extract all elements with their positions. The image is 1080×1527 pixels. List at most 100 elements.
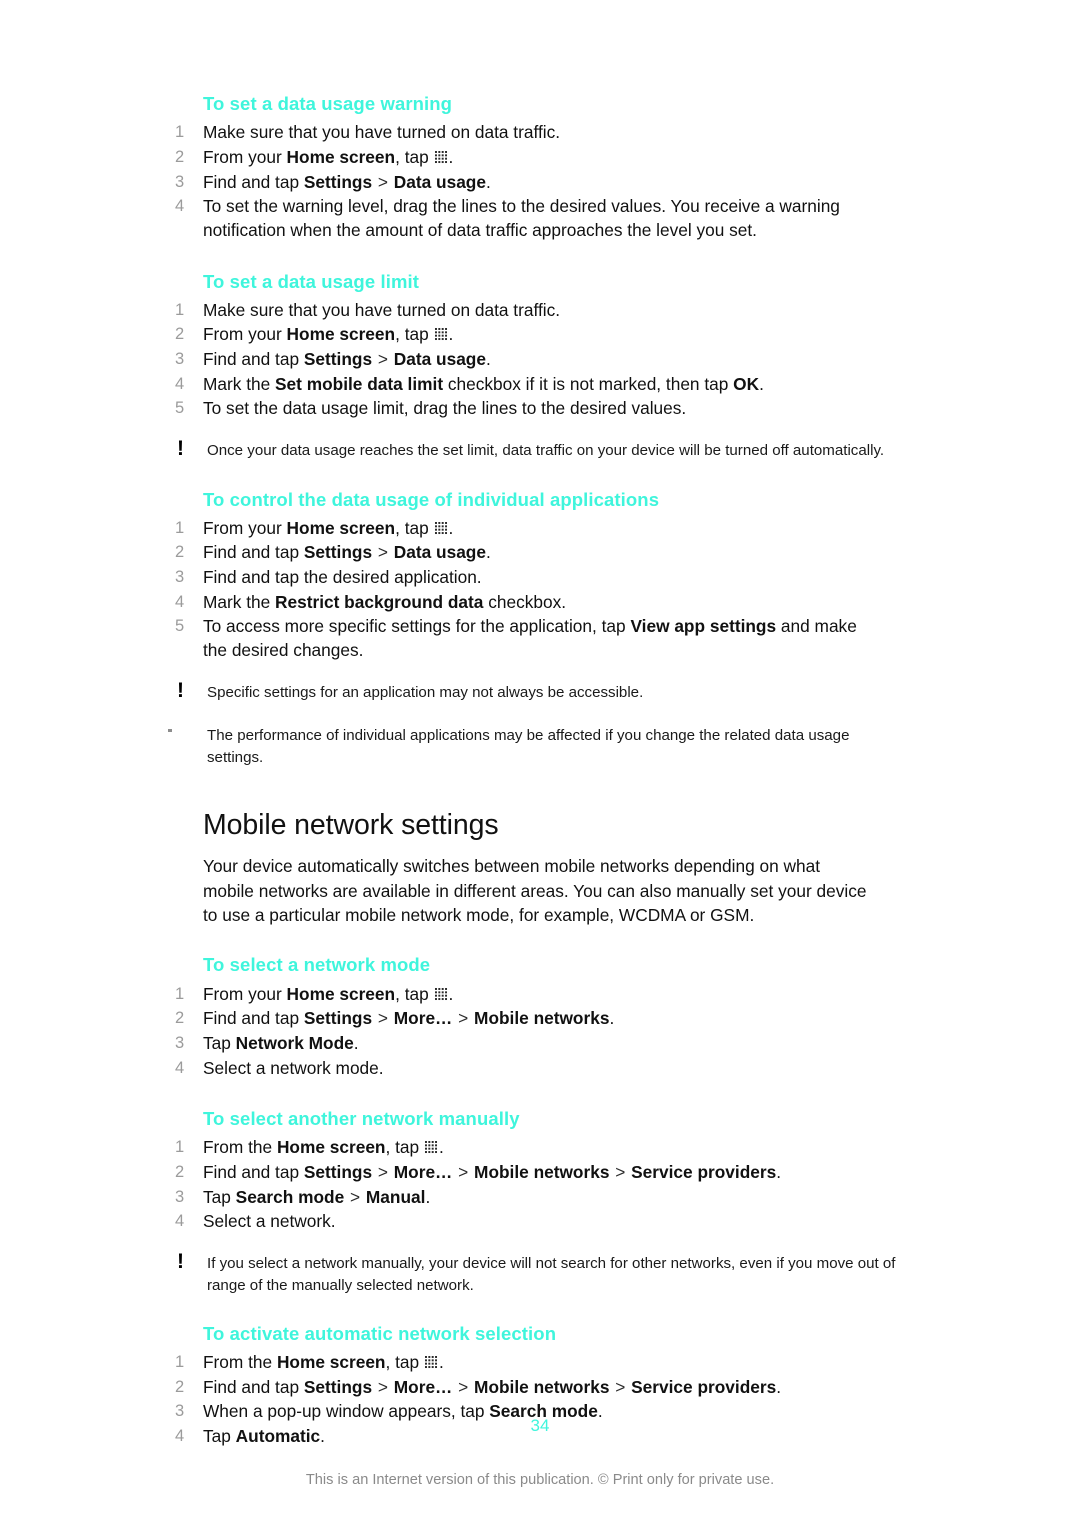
path-separator: >	[453, 1376, 474, 1397]
ui-label: More…	[393, 1162, 453, 1183]
app-drawer-grid-icon	[434, 987, 448, 1001]
step-content: Find and tap Settings > Data usage.	[203, 171, 875, 195]
step-number: 3	[175, 172, 185, 191]
note: The performance of individual applicatio…	[168, 725, 897, 768]
list-item: 1 From your Home screen, tap .	[175, 517, 875, 541]
procedure-steps: 1 From your Home screen, tap . 2 Find and t…	[175, 983, 875, 1081]
step-content: Find and tap Settings > More… > Mobile n…	[203, 1376, 875, 1400]
ui-label: Settings	[303, 1376, 373, 1397]
step-content: To set the warning level, drag the lines…	[203, 195, 875, 242]
ui-label: View app settings	[630, 616, 777, 637]
path-separator: >	[610, 1162, 631, 1183]
note-text: Specific settings for an application may…	[207, 683, 644, 701]
step-content: Find and tap Settings > Data usage.	[203, 541, 875, 565]
list-item: 4 Select a network.	[175, 1210, 875, 1234]
procedure-section-set-data-usage-limit: To set a data usage limit 1 Make sure tha…	[175, 270, 884, 462]
step-content: Tap Search mode > Manual.	[203, 1186, 875, 1210]
step-text: From your	[203, 324, 287, 345]
step-number: 1	[175, 984, 185, 1003]
step-text: .	[759, 373, 764, 394]
procedure-heading: To activate automatic network selection	[203, 1322, 557, 1344]
step-content: Mark the Restrict background data checkb…	[203, 591, 875, 615]
list-item: 5 To set the data usage limit, drag the l…	[175, 397, 875, 421]
page-title: Mobile network settings	[203, 809, 499, 842]
step-number: 1	[175, 1353, 185, 1372]
list-item: 2 Find and tap Settings > Data usage.	[175, 541, 875, 565]
ui-label: Home screen	[286, 517, 396, 538]
step-content: Select a network.	[203, 1210, 875, 1234]
step-text: .	[448, 983, 454, 1004]
step-number: 3	[175, 350, 185, 369]
app-drawer-grid-icon	[424, 1141, 438, 1154]
step-text: .	[438, 1137, 444, 1158]
list-item: 2 Find and tap Settings > More… > Mobile …	[175, 1161, 875, 1185]
step-number: 1	[175, 518, 185, 537]
list-item: 4 Select a network mode.	[175, 1057, 875, 1081]
step-number: 4	[175, 1058, 185, 1077]
ui-label: Home screen	[276, 1352, 386, 1373]
step-content: From your Home screen, tap .	[203, 146, 875, 170]
ui-label: Service providers	[631, 1162, 777, 1183]
note: ! If you select a network manually, your …	[175, 1250, 897, 1296]
ui-label: More…	[393, 1008, 453, 1029]
step-text: Tap	[203, 1186, 236, 1207]
ui-label: Mobile networks	[474, 1162, 610, 1183]
procedure-section-set-data-usage-warning: To set a data usage warning 1 Make sure t…	[175, 92, 875, 243]
list-item: 4 Mark the Restrict background data check…	[175, 591, 875, 615]
step-number: 1	[175, 300, 185, 319]
procedure-section-control-data-usage-individual-apps: To control the data usage of individual …	[168, 488, 875, 769]
path-separator: >	[373, 1008, 393, 1029]
ui-label: Mobile networks	[474, 1008, 610, 1029]
step-content: From your Home screen, tap .	[203, 983, 875, 1007]
step-number: 1	[175, 1138, 185, 1157]
list-item: 4 Mark the Set mobile data limit checkbox…	[175, 373, 875, 397]
list-item: 2 From your Home screen, tap .	[175, 146, 875, 170]
step-text: .	[485, 171, 491, 192]
step-number: 3	[175, 1033, 185, 1052]
list-item: 3 Tap Search mode > Manual.	[175, 1186, 875, 1210]
ui-label: Data usage	[393, 542, 486, 563]
step-text: , tap	[395, 983, 434, 1004]
warning-marker-icon: !	[177, 437, 184, 461]
note-text: If you select a network manually, your d…	[207, 1255, 896, 1294]
step-number: 1	[175, 123, 185, 142]
step-text: , tap	[395, 324, 434, 345]
step-number: 4	[175, 592, 185, 611]
step-text: Find and tap	[203, 171, 304, 192]
procedure-section-select-another-network-manually: To select another network manually 1 From…	[175, 1107, 896, 1296]
warning-marker-icon: !	[177, 678, 184, 702]
step-number: 2	[175, 147, 185, 166]
ui-label: Manual	[365, 1186, 426, 1207]
procedure-section-select-network-mode: To select a network mode 1 From your Home…	[175, 953, 875, 1080]
step-text: checkbox if it is not marked, then tap	[443, 373, 734, 394]
procedure-notes: ! Once your data usage reaches the set li…	[175, 422, 884, 461]
step-text: From your	[203, 146, 287, 167]
step-content: Find and tap Settings > More… > Mobile n…	[203, 1161, 875, 1185]
page-number: 34	[530, 1416, 550, 1435]
step-text: .	[485, 542, 491, 563]
step-text: .	[425, 1186, 431, 1207]
list-item: 2 Find and tap Settings > More… > Mobile …	[175, 1007, 875, 1031]
path-separator: >	[373, 1162, 393, 1183]
step-text: , tap	[385, 1137, 424, 1158]
list-item: 2 From your Home screen, tap .	[175, 323, 875, 347]
list-item: 3 Find and tap the desired application.	[175, 566, 875, 590]
warning-marker-icon: !	[177, 1250, 184, 1274]
step-content: Find and tap the desired application.	[203, 566, 875, 590]
note-text: Once your data usage reaches the set lim…	[207, 442, 885, 460]
ui-label: Settings	[303, 349, 373, 370]
list-item: 3 Tap Network Mode.	[175, 1032, 875, 1056]
ui-label: Set mobile data limit	[275, 373, 444, 394]
ui-label: Settings	[303, 1008, 373, 1029]
list-item: 1 From your Home screen, tap .	[175, 983, 875, 1007]
list-item: 1 From the Home screen, tap .	[175, 1351, 875, 1375]
step-number: 2	[175, 325, 185, 344]
step-text: From your	[203, 983, 287, 1004]
step-number: 2	[175, 543, 185, 562]
list-item: 1 Make sure that you have turned on data …	[175, 299, 875, 323]
step-content: From your Home screen, tap .	[203, 517, 875, 541]
